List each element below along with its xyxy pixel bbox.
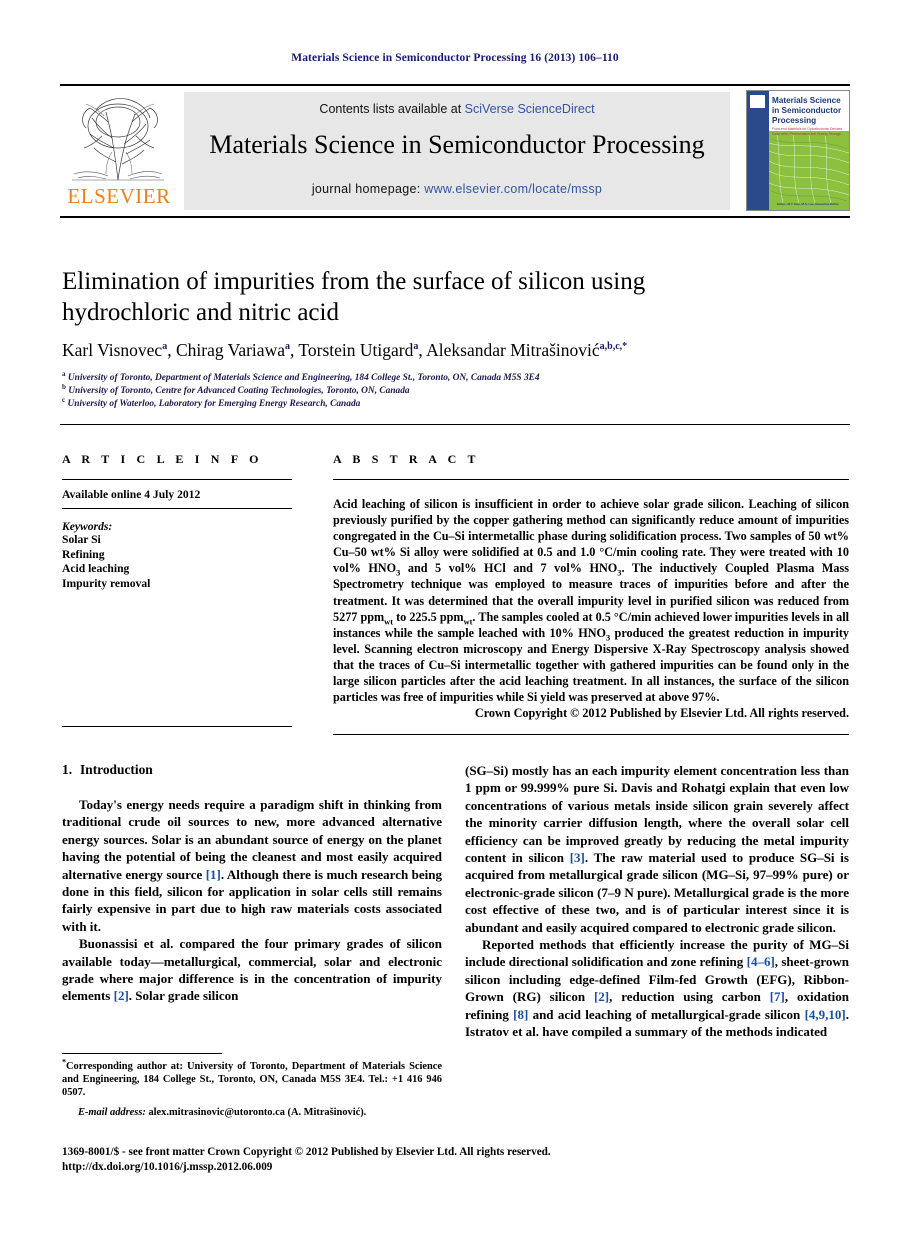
running-head: Materials Science in Semiconductor Proce… — [291, 52, 619, 64]
journal-masthead: ELSEVIER Contents lists available at Sci… — [60, 90, 850, 212]
keyword-item: Acid leaching — [62, 562, 130, 576]
citation-link[interactable]: [7] — [770, 989, 785, 1004]
author-name: Torstein Utigard — [298, 340, 414, 360]
affiliation-item: a University of Toronto, Department of M… — [62, 369, 852, 385]
paragraph: Buonassisi et al. compared the four prim… — [62, 936, 442, 1004]
contents-list-line: Contents lists available at SciVerse Sci… — [184, 102, 730, 116]
header-rule-bottom — [60, 216, 850, 218]
svg-text:Processing: Processing — [772, 116, 816, 125]
article-history-rule — [62, 508, 292, 509]
author-affil-marker: a — [413, 341, 419, 353]
paragraph: Reported methods that efficiently increa… — [465, 937, 849, 1040]
citation-link[interactable]: [2] — [594, 989, 609, 1004]
article-info-heading: A R T I C L E I N F O — [62, 452, 263, 466]
abstract-copyright: Crown Copyright © 2012 Published by Else… — [474, 706, 849, 721]
footnote-rule — [62, 1053, 222, 1054]
contents-prefix: Contents lists available at — [319, 102, 465, 116]
author-name: Karl Visnovec — [62, 340, 163, 360]
corresponding-author-text: Corresponding author at: University of T… — [62, 1061, 442, 1099]
citation-link[interactable]: [2] — [114, 988, 129, 1003]
citation-link[interactable]: [4–6] — [747, 954, 775, 969]
email-label: E-mail address: — [78, 1106, 146, 1118]
elsevier-logo: ELSEVIER — [60, 90, 178, 212]
affiliation-text: University of Waterloo, Laboratory for E… — [67, 399, 361, 409]
abstract-bottom-rule — [333, 734, 849, 736]
corresponding-author-note: *Corresponding author at: University of … — [62, 1058, 442, 1100]
keywords-label: Keywords: — [62, 520, 113, 533]
section-number: 1. — [62, 762, 73, 777]
affiliation-item: c University of Waterloo, Laboratory for… — [62, 395, 852, 411]
keyword-item: Refining — [62, 547, 105, 561]
article-info-block: A R T I C L E I N F O Available online 4… — [62, 452, 292, 591]
svg-text:Solar cells, Photovoltaics and: Solar cells, Photovoltaics and Energy St… — [772, 132, 841, 136]
issn-copyright-line: 1369-8001/$ - see front matter Crown Cop… — [62, 1146, 551, 1158]
sciverse-sciencedirect-link[interactable]: SciVerse ScienceDirect — [465, 102, 595, 116]
affiliation-text: University of Toronto, Department of Mat… — [67, 373, 540, 383]
affiliation-item: b University of Toronto, Centre for Adva… — [62, 382, 852, 398]
article-info-rule — [62, 479, 292, 480]
doi-link[interactable]: http://dx.doi.org/10.1016/j.mssp.2012.06… — [62, 1160, 852, 1175]
abstract-block: A B S T R A C T Acid leaching of silicon… — [333, 452, 849, 736]
svg-text:in Semiconductor: in Semiconductor — [772, 106, 842, 115]
author-name: Aleksandar Mitrašinović — [426, 340, 600, 360]
abstract-rule — [333, 479, 849, 480]
affiliation-marker: a — [62, 369, 66, 378]
author-affil-marker: a — [284, 341, 290, 353]
paragraph: Today's energy needs require a paradigm … — [62, 797, 442, 934]
article-history: Available online 4 July 2012 — [62, 488, 201, 501]
title-block-rule — [60, 424, 850, 425]
affiliation-list: a University of Toronto, Department of M… — [62, 369, 852, 411]
citation-link[interactable]: [4,9,10] — [805, 1007, 846, 1022]
article-title: Elimination of impurities from the surfa… — [62, 268, 646, 326]
citation-link[interactable]: [3] — [570, 850, 585, 865]
bottom-matter: 1369-8001/$ - see front matter Crown Cop… — [62, 1145, 852, 1175]
svg-text:Materials Science: Materials Science — [772, 96, 841, 105]
email-note: E-mail address: alex.mitrasinovic@utoron… — [62, 1106, 442, 1119]
paragraph: (SG–Si) mostly has an each impurity elem… — [465, 763, 849, 935]
citation-link[interactable]: [1] — [206, 867, 221, 882]
svg-text:Editor: M.Y. Han, M.S. Lee, Ex: Editor: M.Y. Han, M.S. Lee, Executive Ed… — [777, 202, 840, 206]
journal-article-page: Materials Science in Semiconductor Proce… — [0, 0, 907, 1238]
affiliation-marker: b — [62, 382, 66, 391]
abstract-segment: to 225.5 ppm — [393, 609, 464, 624]
sciencedirect-band: Contents lists available at SciVerse Sci… — [184, 92, 730, 210]
author-affil-marker: a — [162, 341, 168, 353]
svg-text:Front-end Materials for Optoel: Front-end Materials for Optoelectronic D… — [772, 127, 842, 131]
article-info-bottom-rule — [62, 726, 292, 727]
journal-title: Materials Science in Semiconductor Proce… — [209, 130, 705, 159]
body-column-left: 1. Introduction Today's energy needs requ… — [62, 762, 442, 1005]
abstract-heading: A B S T R A C T — [333, 452, 480, 466]
affiliation-text: University of Toronto, Centre for Advanc… — [68, 386, 410, 396]
section-title: Introduction — [80, 762, 153, 777]
email-address-link[interactable]: alex.mitrasinovic@utoronto.ca (A. Mitraš… — [148, 1107, 366, 1118]
author-list: Karl Visnoveca, Chirag Variawaa, Torstei… — [62, 340, 628, 360]
abstract-subscript: wt — [384, 617, 394, 627]
header-rule-top — [60, 84, 850, 86]
keyword-item: Solar Si — [62, 533, 101, 546]
journal-homepage-line: journal homepage: www.elsevier.com/locat… — [184, 182, 730, 196]
affiliation-marker: c — [62, 395, 66, 404]
author-name: Chirag Variawa — [175, 340, 285, 360]
homepage-label: journal homepage: — [311, 182, 425, 196]
homepage-url-link[interactable]: www.elsevier.com/locate/mssp — [424, 182, 602, 196]
abstract-text: Acid leaching of silicon is insufficient… — [333, 496, 849, 705]
abstract-segment: and 5 vol% HCl and 7 vol% HNO — [400, 561, 618, 576]
author-affil-marker: a,b,c,* — [599, 341, 628, 353]
elsevier-wordmark: ELSEVIER — [67, 184, 171, 208]
keyword-item: Impurity removal — [62, 576, 151, 590]
journal-cover-thumbnail: Materials Science in Semiconductor Proce… — [746, 90, 850, 211]
citation-link[interactable]: [8] — [513, 1007, 528, 1022]
section-heading-introduction: 1. Introduction — [62, 762, 442, 778]
body-column-right: (SG–Si) mostly has an each impurity elem… — [465, 762, 849, 1041]
footnote-block: *Corresponding author at: University of … — [62, 1058, 442, 1119]
elsevier-tree-icon — [68, 92, 168, 184]
